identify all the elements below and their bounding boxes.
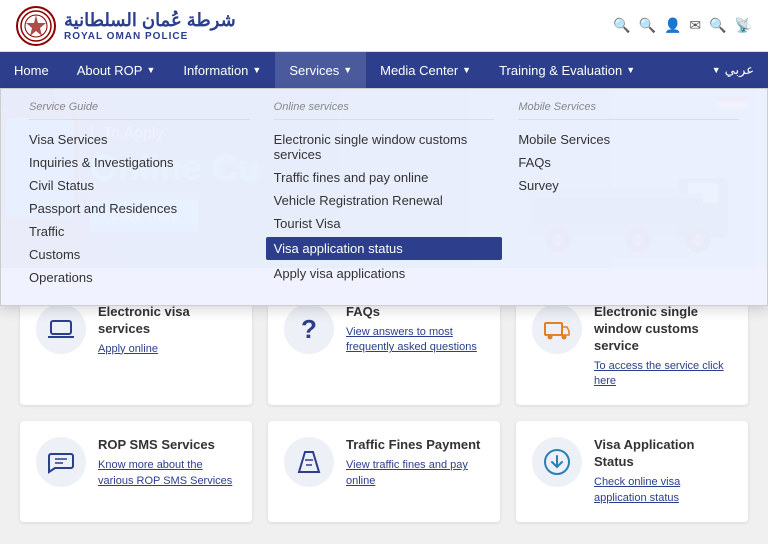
card-text-esw-customs: Electronic single window customs service… [594, 304, 732, 389]
card-text-visa-status: Visa Application Status Check online vis… [594, 437, 732, 506]
user-icon[interactable]: 👤 [664, 17, 681, 34]
dd-traffic-fines[interactable]: Traffic fines and pay online [274, 166, 495, 189]
dd-traffic[interactable]: Traffic [29, 220, 250, 243]
chevron-down-icon: ▼ [343, 65, 352, 75]
dd-visa-status[interactable]: Visa application status [266, 237, 503, 260]
card-icon-laptop [36, 304, 86, 354]
logo-area: شرطة عُمان السلطانية ROYAL OMAN POLICE [16, 6, 236, 46]
chevron-down-icon: ▼ [712, 65, 721, 75]
dd-vehicle-registration[interactable]: Vehicle Registration Renewal [274, 189, 495, 212]
dropdown-col-service-guide: Service Guide Visa Services Inquiries & … [17, 101, 262, 289]
search-icon-1[interactable]: 🔍 [613, 17, 630, 34]
nav-about-rop[interactable]: About ROP ▼ [63, 52, 170, 88]
navbar: Home About ROP ▼ Information ▼ Services … [0, 52, 768, 88]
top-header: شرطة عُمان السلطانية ROYAL OMAN POLICE 🔍… [0, 0, 768, 52]
dd-tourist-visa[interactable]: Tourist Visa [274, 212, 495, 235]
nav-home[interactable]: Home [0, 52, 63, 88]
card-icon-question: ? [284, 304, 334, 354]
nav-media-center[interactable]: Media Center ▼ [366, 52, 485, 88]
card-link-visa-status[interactable]: Check online visa application status [594, 475, 732, 506]
search-icon-3[interactable]: 🔍 [709, 17, 726, 34]
card-link-sms-services[interactable]: Know more about the various ROP SMS Serv… [98, 458, 236, 489]
dd-faqs[interactable]: FAQs [518, 151, 739, 174]
dropdown-col3-header: Mobile Services [518, 101, 739, 120]
card-icon-truck [532, 304, 582, 354]
card-icon-download [532, 437, 582, 487]
search-icon-2[interactable]: 🔍 [639, 17, 656, 34]
dd-inquiries[interactable]: Inquiries & Investigations [29, 151, 250, 174]
chevron-down-icon: ▼ [252, 65, 261, 75]
logo-text: شرطة عُمان السلطانية ROYAL OMAN POLICE [64, 10, 236, 42]
card-text-electronic-visa: Electronic visa services Apply online [98, 304, 236, 357]
header-icons: 🔍 🔍 👤 ✉ 🔍 📡 [613, 17, 752, 34]
dd-customs[interactable]: Customs [29, 243, 250, 266]
card-text-sms-services: ROP SMS Services Know more about the var… [98, 437, 236, 489]
dropdown-col-online-services: Online services Electronic single window… [262, 101, 507, 289]
services-dropdown: Service Guide Visa Services Inquiries & … [0, 88, 768, 306]
card-text-faqs: FAQs View answers to most frequently ask… [346, 304, 484, 356]
card-link-electronic-visa[interactable]: Apply online [98, 342, 236, 357]
card-icon-road [284, 437, 334, 487]
dd-esw-customs[interactable]: Electronic single window customs service… [274, 128, 495, 166]
card-visa-status: Visa Application Status Check online vis… [516, 421, 748, 522]
card-link-esw-customs[interactable]: To access the service click here [594, 359, 732, 390]
content-area: Electronic visa services Apply online ? … [0, 268, 768, 542]
card-title-visa-status: Visa Application Status [594, 437, 732, 471]
nav-arabic[interactable]: عربي ▼ [698, 52, 768, 88]
mail-icon[interactable]: ✉ [689, 17, 701, 34]
dropdown-col1-header: Service Guide [29, 101, 250, 120]
card-text-traffic-fines: Traffic Fines Payment View traffic fines… [346, 437, 484, 489]
card-traffic-fines: Traffic Fines Payment View traffic fines… [268, 421, 500, 522]
card-link-faqs[interactable]: View answers to most frequently asked qu… [346, 325, 484, 356]
logo-english: ROYAL OMAN POLICE [64, 31, 236, 42]
dd-survey[interactable]: Survey [518, 174, 739, 197]
card-icon-chat [36, 437, 86, 487]
card-title-sms-services: ROP SMS Services [98, 437, 236, 454]
dd-mobile-services[interactable]: Mobile Services [518, 128, 739, 151]
dd-visa-services[interactable]: Visa Services [29, 128, 250, 151]
card-title-faqs: FAQs [346, 304, 484, 321]
card-title-esw-customs: Electronic single window customs service [594, 304, 732, 355]
dropdown-col-mobile-services: Mobile Services Mobile Services FAQs Sur… [506, 101, 751, 289]
dd-apply-visa[interactable]: Apply visa applications [274, 262, 495, 285]
chevron-down-icon: ▼ [626, 65, 635, 75]
rss-icon[interactable]: 📡 [735, 17, 752, 34]
card-link-traffic-fines[interactable]: View traffic fines and pay online [346, 458, 484, 489]
dropdown-col2-header: Online services [274, 101, 495, 120]
dd-civil-status[interactable]: Civil Status [29, 174, 250, 197]
nav-services[interactable]: Services ▼ [275, 52, 366, 88]
nav-training[interactable]: Training & Evaluation ▼ [485, 52, 649, 88]
dd-operations[interactable]: Operations [29, 266, 250, 289]
logo-emblem [16, 6, 56, 46]
card-sms-services: ROP SMS Services Know more about the var… [20, 421, 252, 522]
chevron-down-icon: ▼ [146, 65, 155, 75]
nav-information[interactable]: Information ▼ [169, 52, 275, 88]
chevron-down-icon: ▼ [462, 65, 471, 75]
card-title-electronic-visa: Electronic visa services [98, 304, 236, 338]
logo-arabic: شرطة عُمان السلطانية [64, 10, 236, 31]
dd-passport-residences[interactable]: Passport and Residences [29, 197, 250, 220]
card-title-traffic-fines: Traffic Fines Payment [346, 437, 484, 454]
